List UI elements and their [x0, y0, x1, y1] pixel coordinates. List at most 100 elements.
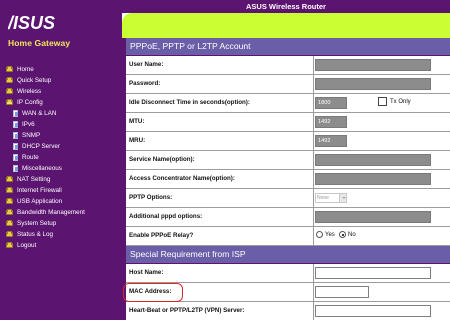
mru-input[interactable]: 1492: [315, 135, 347, 147]
row-mru: MRU: 1492: [126, 132, 450, 151]
sidebar-item-label: IP Config: [17, 99, 43, 106]
main-content: PPPoE, PPTP or L2TP Account User Name: P…: [122, 38, 450, 320]
asus-logo: /ISUS: [8, 14, 55, 32]
row-mtu: MTU: 1492: [126, 113, 450, 132]
sidebar-item-label: Internet Firewall: [17, 187, 62, 194]
sidebar-item-label: Home: [17, 66, 34, 73]
page-icon: [13, 121, 18, 128]
mru-label: MRU:: [129, 132, 314, 150]
row-pppoe-relay: Enable PPPoE Relay? Yes No: [126, 227, 450, 246]
relay-yes-label: Yes: [325, 232, 335, 238]
page-icon: [13, 165, 18, 172]
home-gateway-title: Home Gateway: [8, 38, 71, 48]
folder-icon: [6, 77, 13, 83]
additional-pppd-input[interactable]: [315, 211, 431, 223]
sidebar-item-quick-setup[interactable]: Quick Setup: [0, 75, 122, 86]
page-icon: [13, 110, 18, 117]
host-name-label: Host Name:: [129, 264, 314, 282]
sidebar-menu: Home Quick Setup Wireless IP Config WAN & LA…: [0, 64, 122, 251]
folder-icon: [6, 88, 13, 94]
sidebar-item-wireless[interactable]: Wireless: [0, 86, 122, 97]
header-accent-band: [122, 13, 450, 38]
folder-icon: [6, 209, 13, 215]
sidebar-item-label: USB Application: [17, 198, 63, 205]
chevron-down-icon: [339, 194, 346, 202]
sidebar-item-internet-firewall[interactable]: Internet Firewall: [0, 185, 122, 196]
sidebar-item-status-log[interactable]: Status & Log: [0, 229, 122, 240]
page-icon: [13, 143, 18, 150]
row-user-name: User Name:: [126, 56, 450, 75]
sidebar-item-label: Quick Setup: [17, 77, 52, 84]
idle-disconnect-label: Idle Disconnect Time in seconds(option):: [129, 94, 314, 112]
sidebar-item-label: DHCP Server: [22, 143, 61, 150]
host-name-input[interactable]: [315, 267, 431, 279]
folder-icon: [6, 231, 13, 237]
relay-no-label: No: [348, 232, 356, 238]
page-icon: [13, 132, 18, 139]
sidebar-item-label: WAN & LAN: [22, 110, 57, 117]
ac-name-label: Access Concentrator Name(option):: [129, 170, 314, 188]
sidebar-item-label: System Setup: [17, 220, 57, 227]
additional-pppd-label: Additional pppd options:: [129, 208, 314, 226]
sidebar-item-route[interactable]: Route: [0, 152, 122, 163]
user-name-input[interactable]: [315, 59, 431, 71]
service-name-label: Service Name(option):: [129, 151, 314, 169]
sidebar-item-snmp[interactable]: SNMP: [0, 130, 122, 141]
folder-icon: [6, 220, 13, 226]
sidebar-item-usb-application[interactable]: USB Application: [0, 196, 122, 207]
sidebar-item-label: NAT Setting: [17, 176, 51, 183]
section-title-pppoe: PPPoE, PPTP or L2TP Account: [126, 38, 450, 55]
mtu-label: MTU:: [129, 113, 314, 131]
folder-icon: [6, 198, 13, 204]
row-idle-disconnect: Idle Disconnect Time in seconds(option):…: [126, 94, 450, 113]
relay-no-radio[interactable]: [339, 231, 346, 238]
service-name-input[interactable]: [315, 154, 431, 166]
sidebar-item-label: SNMP: [22, 132, 41, 139]
password-input[interactable]: [315, 78, 431, 90]
sidebar-item-wan-lan[interactable]: WAN & LAN: [0, 108, 122, 119]
sidebar-item-label: Wireless: [17, 88, 42, 95]
row-heartbeat: Heart-Beat or PPTP/L2TP (VPN) Server:: [126, 302, 450, 320]
tx-only-checkbox[interactable]: [378, 97, 387, 106]
svg-text:/ISUS: /ISUS: [8, 14, 55, 32]
page-title: ASUS Wireless Router: [246, 2, 326, 11]
mtu-input[interactable]: 1492: [315, 116, 347, 128]
row-additional-pppd: Additional pppd options:: [126, 208, 450, 227]
pptp-options-label: PPTP Options:: [129, 189, 314, 207]
pppoe-relay-label: Enable PPPoE Relay?: [129, 227, 314, 245]
idle-disconnect-input[interactable]: 1800: [315, 97, 347, 109]
row-service-name: Service Name(option):: [126, 151, 450, 170]
relay-yes-radio[interactable]: [316, 231, 323, 238]
sidebar-item-label: Status & Log: [17, 231, 54, 238]
sidebar-item-ip-config[interactable]: IP Config: [0, 97, 122, 108]
sidebar-item-label: Miscellaneous: [22, 165, 62, 172]
pptp-options-value: None: [317, 195, 329, 201]
folder-icon: [6, 99, 13, 105]
sidebar-item-nat-setting[interactable]: NAT Setting: [0, 174, 122, 185]
sidebar-item-ipv6[interactable]: IPv6: [0, 119, 122, 130]
folder-icon: [6, 176, 13, 182]
mac-address-highlight: [123, 283, 183, 302]
sidebar-item-label: IPv6: [22, 121, 35, 128]
section-title-isp: Special Requirement from ISP: [126, 246, 450, 263]
row-host-name: Host Name:: [126, 264, 450, 283]
mac-address-input[interactable]: [315, 286, 369, 298]
heartbeat-input[interactable]: [315, 305, 431, 317]
pptp-options-select[interactable]: None: [315, 193, 347, 203]
user-name-label: User Name:: [129, 56, 314, 74]
sidebar-item-miscellaneous[interactable]: Miscellaneous: [0, 163, 122, 174]
sidebar: /ISUS Home Gateway Home Quick Setup Wirele…: [0, 0, 122, 320]
ac-name-input[interactable]: [315, 173, 431, 185]
row-password: Password:: [126, 75, 450, 94]
page-icon: [13, 154, 18, 161]
password-label: Password:: [129, 75, 314, 93]
sidebar-item-logout[interactable]: Logout: [0, 240, 122, 251]
sidebar-item-label: Logout: [17, 242, 37, 249]
sidebar-item-system-setup[interactable]: System Setup: [0, 218, 122, 229]
folder-icon: [6, 242, 13, 248]
folder-icon: [6, 66, 13, 72]
sidebar-item-home[interactable]: Home: [0, 64, 122, 75]
sidebar-item-bandwidth-management[interactable]: Bandwidth Management: [0, 207, 122, 218]
heartbeat-label: Heart-Beat or PPTP/L2TP (VPN) Server:: [129, 302, 314, 320]
sidebar-item-dhcp-server[interactable]: DHCP Server: [0, 141, 122, 152]
